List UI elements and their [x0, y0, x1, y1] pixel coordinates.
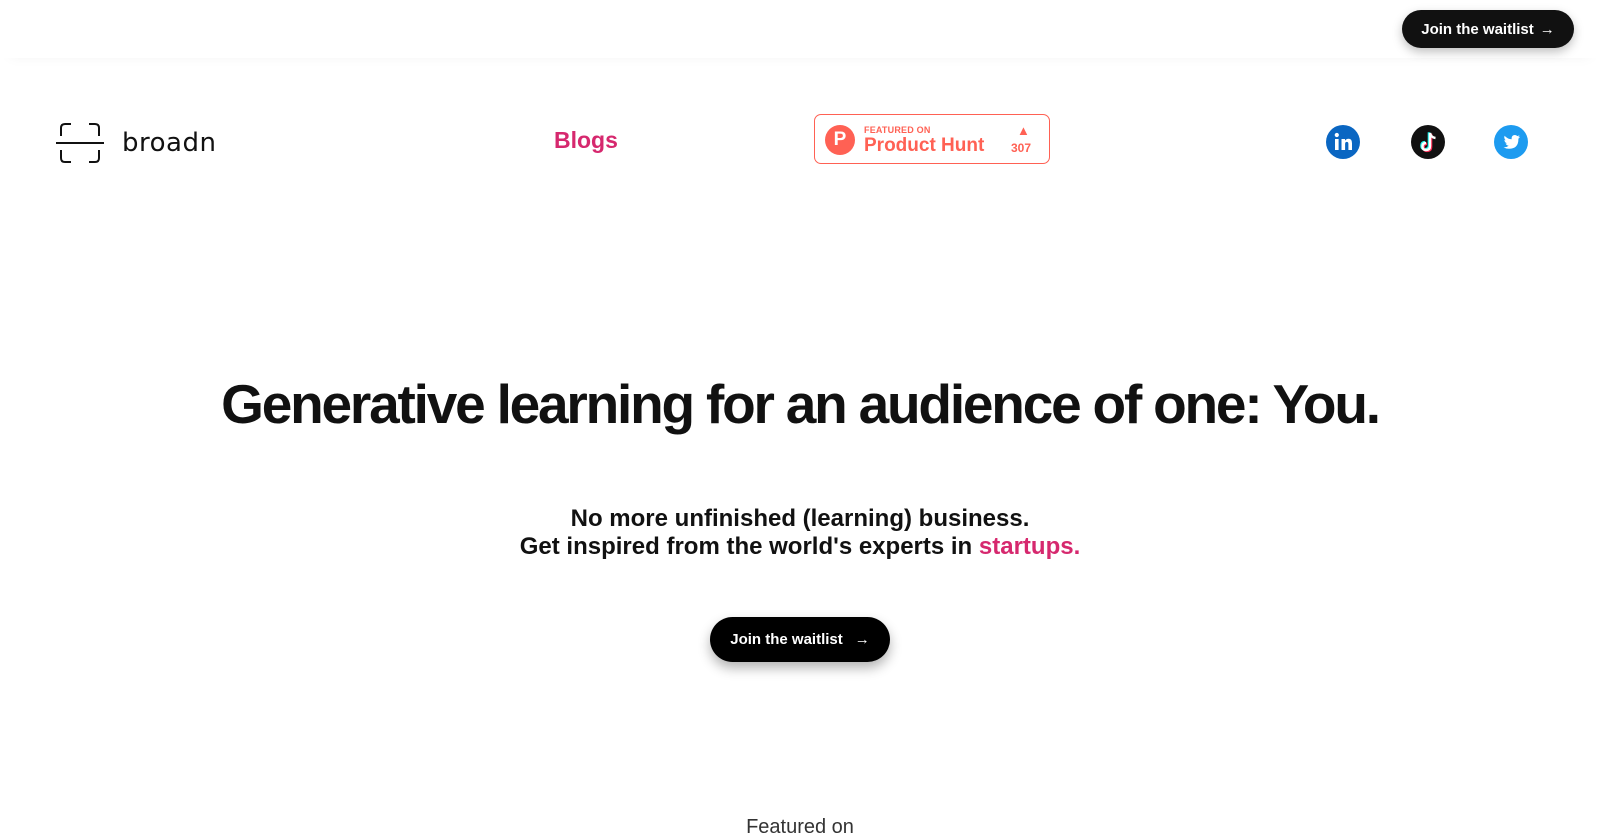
linkedin-glyph [1334, 132, 1352, 150]
join-waitlist-top-button[interactable]: Join the waitlist → [1402, 10, 1574, 48]
featured-on-heading: Featured on [746, 816, 854, 834]
join-waitlist-hero-label: Join the waitlist [730, 631, 843, 648]
join-waitlist-hero-button[interactable]: Join the waitlist → [710, 617, 890, 662]
twitter-icon[interactable] [1494, 125, 1528, 159]
join-waitlist-top-label: Join the waitlist [1421, 20, 1534, 38]
hero-subtitle-line-2: Get inspired from the world's experts in… [0, 533, 1600, 561]
hero-subtitle-line-2-text: Get inspired from the world's experts in [519, 533, 973, 560]
twitter-bird-glyph [1503, 135, 1520, 149]
logo-wordmark: broadn [122, 128, 217, 158]
arrow-right-icon: → [854, 631, 870, 648]
product-hunt-badge[interactable]: P FEATURED ON Product Hunt ▲ 307 [814, 114, 1050, 164]
blogs-link[interactable]: Blogs [554, 127, 618, 154]
product-hunt-name: Product Hunt [864, 135, 985, 156]
upvote-triangle-icon: ▲ [1017, 123, 1030, 138]
hero-subtitle: No more unfinished (learning) business. … [0, 505, 1600, 561]
hero-subtitle-line-1: No more unfinished (learning) business. [570, 505, 1030, 532]
hero-title: Generative learning for an audience of o… [221, 373, 1381, 435]
product-hunt-logo-icon: P [825, 125, 855, 155]
linkedin-icon[interactable] [1326, 125, 1360, 159]
tiktok-glyph [1420, 132, 1436, 153]
tiktok-icon[interactable] [1411, 125, 1445, 159]
landing-page: Join the waitlist → broadn Blogs P FEATU… [0, 0, 1600, 834]
hero-subtitle-accent: startups. [978, 533, 1081, 560]
product-hunt-featured-label: FEATURED ON [864, 125, 931, 135]
broadn-logo[interactable]: broadn [56, 122, 216, 164]
top-bar: Join the waitlist → [0, 0, 1600, 58]
scan-frame-icon [56, 123, 104, 163]
product-hunt-upvote-count: 307 [1011, 141, 1032, 155]
arrow-right-icon: → [1539, 20, 1555, 38]
